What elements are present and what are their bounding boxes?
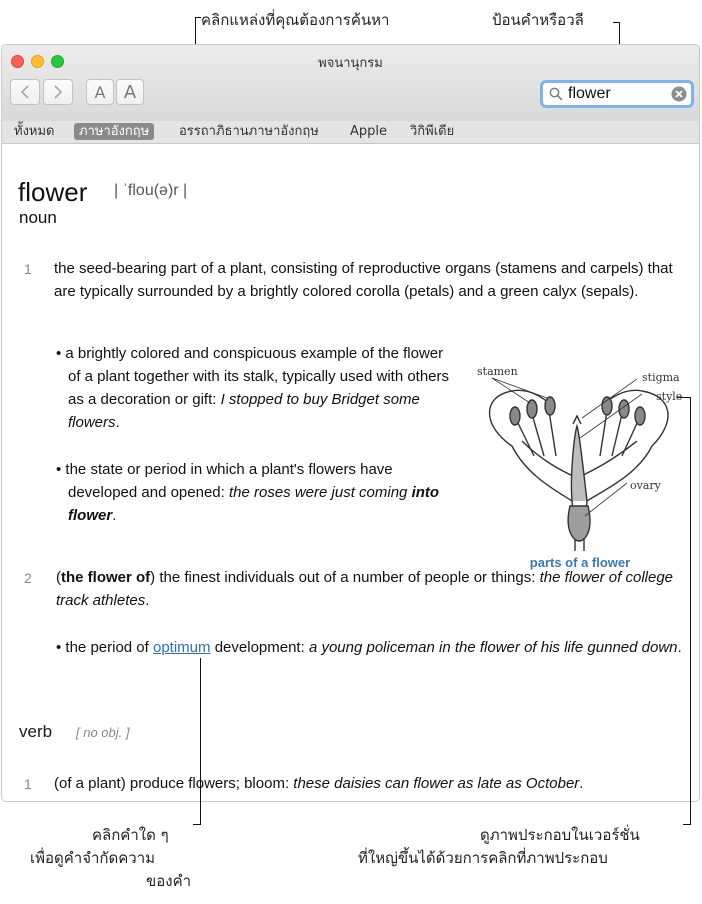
callout-line-link-v	[200, 658, 201, 824]
verb-sense-1: (of a plant) produce flowers; bloom: the…	[54, 775, 584, 792]
callout-line-figure-h2	[683, 824, 691, 825]
part-of-speech-noun: noun	[19, 208, 57, 227]
tab-thesaurus[interactable]: อรรถาภิธานภาษาอังกฤษ	[174, 123, 324, 140]
callout-view-image-2: ที่ใหญ่ขึ้นได้ด้วยการคลิกที่ภาพประกอบ	[358, 849, 608, 867]
verb-sense-1-text: (of a plant) produce flowers; bloom:	[54, 775, 290, 792]
search-icon	[549, 87, 563, 101]
forward-button[interactable]	[43, 79, 73, 105]
toolbar: พจนานุกรม A A flower	[2, 45, 699, 122]
callout-line-source-h	[195, 17, 201, 18]
sub-sense-3-pre: the period of	[65, 639, 149, 656]
flower-illustration[interactable]: stamen stigma style ovary	[472, 366, 692, 556]
sense-1-text: the seed-bearing part of a plant, consis…	[54, 260, 673, 300]
callout-view-image-1: ดูภาพประกอบในเวอร์ชั่น	[480, 826, 640, 844]
sub-sense-3-example: a young policeman in the flower of his l…	[308, 639, 678, 656]
clear-search-icon[interactable]	[671, 86, 687, 102]
sense-2-text: the finest individuals out of a number o…	[159, 569, 536, 586]
verb-grammar-note: [ no obj. ]	[76, 725, 130, 740]
verb-sense-1-example: these daisies can flower as late as Octo…	[293, 775, 580, 792]
sub-sense-3-post: development:	[214, 639, 305, 656]
flower-pointers	[491, 377, 643, 517]
label-stigma: stigma	[642, 371, 680, 384]
sense-number: 1	[24, 776, 32, 792]
callout-line-search-h	[613, 22, 620, 23]
sense-2-phrase: the flower of	[61, 569, 151, 586]
sub-sense-2-example: the roses were just coming	[228, 484, 408, 501]
source-tabs: ทั้งหมด ภาษาอังกฤษ อรรถาภิธานภาษาอังกฤษ …	[2, 121, 699, 144]
definition-content: flower | ˈflou(ə)r | noun 1 the seed-bea…	[2, 144, 699, 801]
label-stamen: stamen	[477, 366, 518, 378]
callout-click-word-3: ของคำ	[146, 872, 192, 890]
sense-number: 1	[24, 261, 32, 277]
sense-1-definition: the seed-bearing part of a plant, consis…	[54, 257, 674, 303]
callout-line-figure-h	[677, 397, 691, 398]
sub-sense-3: • the period of optimum development: a y…	[56, 639, 682, 656]
label-ovary: ovary	[630, 479, 662, 492]
chevron-right-icon	[54, 85, 63, 99]
tab-all[interactable]: ทั้งหมด	[9, 123, 60, 140]
back-button[interactable]	[10, 79, 40, 105]
tab-apple[interactable]: Apple	[345, 123, 392, 140]
sub-sense-1: • a brightly colored and conspicuous exa…	[56, 345, 450, 431]
headword: flower	[18, 177, 88, 207]
tab-wikipedia[interactable]: วิกิพีเดีย	[405, 123, 459, 140]
callout-click-source: คลิกแหล่งที่คุณต้องการค้นหา	[201, 11, 390, 29]
pronunciation: | ˈflou(ə)r |	[114, 182, 188, 199]
dictionary-window: พจนานุกรม A A flower ทั้งหมด ภาษาอังกฤษ …	[1, 44, 700, 802]
part-of-speech-verb: verb	[19, 722, 53, 741]
window-title: พจนานุกรม	[318, 56, 383, 71]
sub-sense-2: • the state or period in which a plant's…	[56, 461, 440, 524]
chevron-left-icon	[20, 85, 29, 99]
optimum-link[interactable]: optimum	[153, 639, 211, 656]
font-larger-button[interactable]: A	[116, 79, 144, 105]
tab-english[interactable]: ภาษาอังกฤษ	[74, 123, 155, 140]
flower-drawing	[488, 389, 669, 551]
callout-type-word: ป้อนคำหรือวลี	[492, 11, 584, 29]
search-field[interactable]: flower	[540, 80, 694, 108]
callout-line-figure-v	[690, 397, 691, 825]
sense-number: 2	[24, 570, 32, 586]
callout-line-link-h	[193, 824, 201, 825]
sense-2-definition: (the flower of) the finest individuals o…	[56, 569, 674, 609]
font-smaller-button[interactable]: A	[86, 79, 114, 105]
callout-click-word-2: เพื่อดูคำจำกัดความ	[30, 849, 156, 867]
search-input[interactable]: flower	[568, 85, 671, 103]
callout-click-word-1: คลิกคำใด ๆ	[92, 826, 169, 844]
